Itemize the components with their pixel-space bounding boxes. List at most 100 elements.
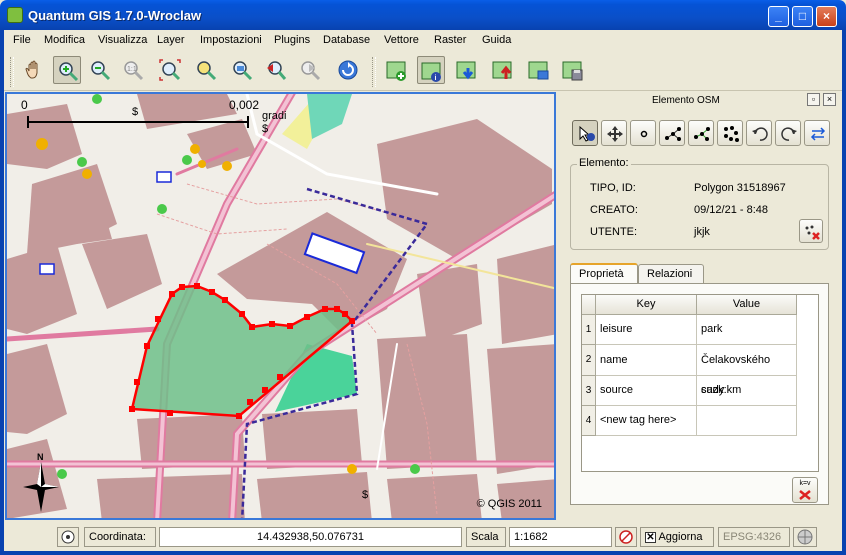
coordinate-field[interactable]: 14.432938,50.076731 (159, 527, 462, 547)
delete-feature-icon[interactable] (799, 219, 823, 243)
svg-text:i: i (435, 75, 437, 82)
close-button[interactable]: × (816, 6, 837, 27)
tag-value-cell[interactable]: cuzk:km (697, 376, 797, 406)
pan-icon[interactable] (20, 56, 48, 84)
toolbar-grip[interactable] (372, 57, 376, 87)
window-title: Quantum GIS 1.7.0-Wroclaw (28, 8, 202, 23)
row-number: 4 (582, 406, 596, 436)
osm-import-icon[interactable] (525, 56, 553, 84)
scale-field[interactable]: 1:1682 (509, 527, 612, 547)
svg-text:1:1: 1:1 (127, 66, 137, 73)
create-relation-icon[interactable] (717, 120, 743, 146)
render-label: Aggiorna (658, 531, 703, 543)
menu-raster[interactable]: Raster (434, 34, 466, 46)
tags-table: Key Value 1 leisure park 2 name Čelakovs… (581, 294, 819, 472)
create-line-icon[interactable] (659, 120, 685, 146)
zoom-layer-icon[interactable] (228, 56, 256, 84)
zoom-next-icon[interactable] (296, 56, 324, 84)
menu-plugins[interactable]: Plugins (274, 34, 310, 46)
toolbar-grip[interactable] (10, 57, 14, 87)
zoom-selection-icon[interactable] (192, 56, 220, 84)
zoom-last-icon[interactable] (262, 56, 290, 84)
tab-relazioni[interactable]: Relazioni (638, 264, 704, 283)
tag-value-cell[interactable]: Čelakovského sady (697, 345, 797, 396)
status-bar: Coordinata: 14.432938,50.076731 Scala 1:… (4, 524, 842, 551)
menu-layer[interactable]: Layer (157, 34, 185, 46)
qgis-icon (7, 7, 23, 23)
tab-proprieta[interactable]: Proprietà (570, 263, 638, 284)
redo-icon[interactable] (775, 120, 801, 146)
menu-database[interactable]: Database (323, 34, 370, 46)
map-canvas[interactable]: $ $ $ 0 0,002 gradi N © QGIS 2011 (5, 92, 556, 520)
menu-guida[interactable]: Guida (482, 34, 511, 46)
refresh-icon[interactable] (334, 56, 362, 84)
identify-feature-icon[interactable] (572, 120, 598, 146)
crs-globe-icon[interactable] (793, 527, 817, 547)
zoom-in-icon[interactable] (53, 56, 81, 84)
float-icon[interactable]: ▫ (807, 93, 820, 106)
create-polygon-icon[interactable] (688, 120, 714, 146)
zoom-actual-icon[interactable]: 1:1 (119, 56, 147, 84)
zoom-full-icon[interactable] (156, 56, 184, 84)
map-layers: $ $ (7, 94, 554, 518)
ksv-label: k=v (799, 480, 811, 487)
new-tag-value-cell[interactable] (697, 406, 797, 436)
stop-render-icon[interactable] (615, 527, 637, 547)
move-feature-icon[interactable] (601, 120, 627, 146)
crs-label[interactable]: EPSG:4326 (718, 527, 790, 547)
osm-upload-icon[interactable] (489, 56, 517, 84)
value-header[interactable]: Value (697, 295, 797, 315)
main-toolbar: 1:1 i (4, 51, 842, 91)
mouse-coords-icon[interactable] (57, 527, 79, 547)
zoom-out-icon[interactable] (86, 56, 114, 84)
osm-save-icon[interactable] (559, 56, 587, 84)
scale-end-label: 0,002 (229, 98, 260, 112)
osm-info-icon[interactable]: i (417, 56, 445, 84)
tipo-label: TIPO, ID: (590, 182, 636, 194)
new-tag-key-cell[interactable]: <new tag here> (596, 406, 697, 436)
title-bar: Quantum GIS 1.7.0-Wroclaw _ □ × (0, 0, 846, 30)
menu-impostazioni[interactable]: Impostazioni (200, 34, 262, 46)
row-number: 1 (582, 315, 596, 345)
svg-text:$: $ (362, 489, 368, 501)
scale-unit-label: gradi (262, 110, 287, 122)
minimize-button[interactable]: _ (768, 6, 789, 27)
menu-modifica[interactable]: Modifica (44, 34, 85, 46)
tipo-value: Polygon 31518967 (694, 182, 786, 194)
coordinate-label: Coordinata: (84, 527, 156, 547)
remove-tag-button[interactable]: k=v (792, 477, 818, 503)
copyright-label: © QGIS 2011 (476, 498, 542, 510)
scale-bar: $ 0 0,002 gradi (21, 98, 286, 132)
menu-visualizza[interactable]: Visualizza (98, 34, 147, 46)
tag-key-cell[interactable]: source (596, 376, 697, 406)
osm-download-icon[interactable] (453, 56, 481, 84)
element-groupbox: Elemento: TIPO, ID: Polygon 31518967 CRE… (570, 157, 829, 250)
create-point-icon[interactable] (630, 120, 656, 146)
scale-label: Scala (466, 527, 506, 547)
north-label: N (37, 452, 44, 462)
corner-header (582, 295, 596, 315)
scale-start-label: 0 (21, 98, 28, 112)
history-icon[interactable] (804, 120, 830, 146)
checkmark-icon: ✕ (645, 531, 656, 543)
panel-title: Elemento OSM (652, 95, 720, 106)
svg-text:$: $ (262, 123, 268, 135)
undo-icon[interactable] (746, 120, 772, 146)
menu-file[interactable]: File (13, 34, 31, 46)
utente-value: jkjk (694, 226, 710, 238)
svg-text:$: $ (132, 106, 138, 118)
tag-key-cell[interactable]: name (596, 345, 697, 376)
tag-key-cell[interactable]: leisure (596, 315, 697, 345)
key-header[interactable]: Key (596, 295, 697, 315)
creato-label: CREATO: (590, 204, 638, 216)
render-checkbox[interactable]: ✕ Aggiorna (640, 527, 714, 547)
tag-value-cell[interactable]: park (697, 315, 797, 345)
close-panel-icon[interactable]: × (823, 93, 836, 106)
utente-label: UTENTE: (590, 226, 638, 238)
element-group-label: Elemento: (577, 157, 631, 169)
menu-bar: File Modifica Visualizza Layer Impostazi… (4, 30, 842, 51)
osm-feature-panel: Elemento OSM ▫ × Elemento: TIPO, ID: Pol… (562, 92, 838, 520)
menu-vettore[interactable]: Vettore (384, 34, 419, 46)
maximize-button[interactable]: □ (792, 6, 813, 27)
osm-load-icon[interactable] (383, 56, 411, 84)
